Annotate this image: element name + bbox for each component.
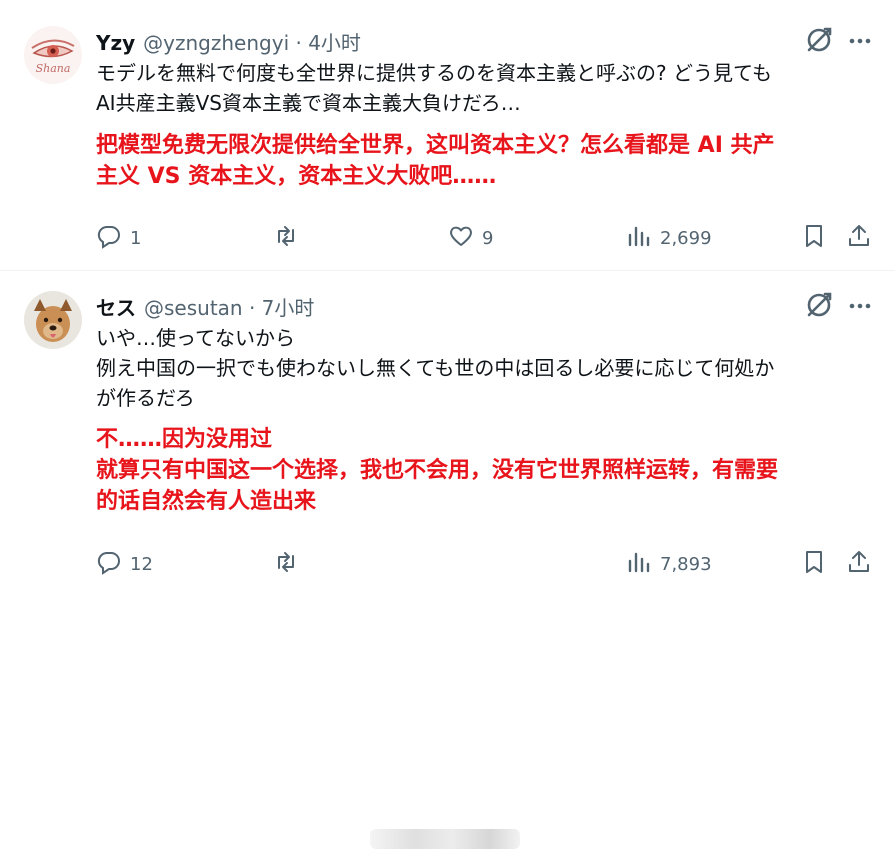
separator-dot: · xyxy=(289,31,309,55)
bookmark-button[interactable] xyxy=(801,547,827,581)
translation-caption: 不……因为没用过 就算只有中国这一个选择，我也不会用，没有它世界照样运转，有需要… xyxy=(96,424,876,517)
bookmark-icon xyxy=(801,549,827,580)
retweet-button[interactable] xyxy=(273,221,307,255)
timestamp[interactable]: 4小时 xyxy=(308,27,361,56)
reply-button[interactable]: 12 xyxy=(96,547,153,581)
views-icon xyxy=(626,223,652,254)
more-icon[interactable] xyxy=(847,28,873,54)
translation-line: 主义 VS 资本主义，资本主义大败吧…… xyxy=(96,164,497,189)
reply-button[interactable]: 1 xyxy=(96,221,141,255)
grok-icon[interactable] xyxy=(805,291,833,319)
reply-icon xyxy=(96,549,122,580)
separator-dot: · xyxy=(242,296,262,320)
views-count: 7,893 xyxy=(660,553,712,575)
watermark-blur xyxy=(370,829,520,849)
views-button[interactable]: 7,893 xyxy=(626,547,712,581)
tweet-text-line: AI共産主義VS資本主義で資本主義大負けだろ… xyxy=(96,91,521,115)
share-icon xyxy=(846,223,872,254)
translation-line: 不……因为没用过 xyxy=(96,427,273,452)
translation-line: 把模型免费无限次提供给全世界，这叫资本主义？怎么看都是 AI 共产 xyxy=(96,133,775,158)
avatar[interactable] xyxy=(24,291,82,349)
tweet-header: セス @sesutan · 7小时 xyxy=(96,292,314,321)
action-bar: 12 7,893 xyxy=(0,547,895,849)
timestamp[interactable]: 7小时 xyxy=(262,292,315,321)
reply-count: 12 xyxy=(130,553,153,575)
share-button[interactable] xyxy=(846,547,872,581)
avatar[interactable]: Shana xyxy=(24,26,82,84)
retweet-button[interactable] xyxy=(273,547,307,581)
tweet-text-line: 例え中国の一択でも使わないし無くても世の中は回るし必要に応じて何処か xyxy=(96,356,775,380)
share-button[interactable] xyxy=(846,221,872,255)
tweet-text-line: いや…使ってないから xyxy=(96,326,295,350)
like-button[interactable]: 9 xyxy=(448,221,493,255)
translation-line: 就算只有中国这一个选择，我也不会用，没有它世界照样运转，有需要 xyxy=(96,458,779,483)
tweet-text-line: モデルを無料で何度も全世界に提供するのを資本主義と呼ぶの? どう見ても xyxy=(96,61,772,85)
tweet-text-line: が作るだろ xyxy=(96,386,195,410)
like-count: 9 xyxy=(482,227,494,249)
bookmark-button[interactable] xyxy=(801,221,827,255)
handle[interactable]: @sesutan xyxy=(144,296,243,320)
reply-count: 1 xyxy=(130,227,142,249)
tweet-text: モデルを無料で何度も全世界に提供するのを資本主義と呼ぶの? どう見ても AI共産… xyxy=(96,58,871,118)
tweet-text: いや…使ってないから 例え中国の一択でも使わないし無くても世の中は回るし必要に応… xyxy=(96,323,871,413)
views-icon xyxy=(626,549,652,580)
share-icon xyxy=(846,549,872,580)
reply-icon xyxy=(96,223,122,254)
translation-caption: 把模型免费无限次提供给全世界，这叫资本主义？怎么看都是 AI 共产 主义 VS … xyxy=(96,130,876,192)
retweet-icon xyxy=(273,549,299,580)
handle[interactable]: @yzngzhengyi xyxy=(143,31,289,55)
views-button[interactable]: 2,699 xyxy=(626,221,712,255)
translation-line: 的话自然会有人造出来 xyxy=(96,489,317,514)
bookmark-icon xyxy=(801,223,827,254)
retweet-icon xyxy=(273,223,299,254)
views-count: 2,699 xyxy=(660,227,712,249)
display-name[interactable]: Yzy xyxy=(96,31,135,55)
display-name[interactable]: セス xyxy=(96,292,136,321)
svg-text:Shana: Shana xyxy=(36,62,71,75)
grok-icon[interactable] xyxy=(805,26,833,54)
like-icon xyxy=(448,223,474,254)
more-icon[interactable] xyxy=(847,293,873,319)
tweet[interactable]: セス @sesutan · 7小时 いや…使ってないから 例え中国の一択でも使わ… xyxy=(0,271,895,849)
action-bar: 1 9 2,699 xyxy=(0,221,895,255)
tweet[interactable]: Shana Yzy @yzngzhengyi · 4小时 モデルを無料で何度も全… xyxy=(0,0,895,270)
tweet-header: Yzy @yzngzhengyi · 4小时 xyxy=(96,27,361,56)
